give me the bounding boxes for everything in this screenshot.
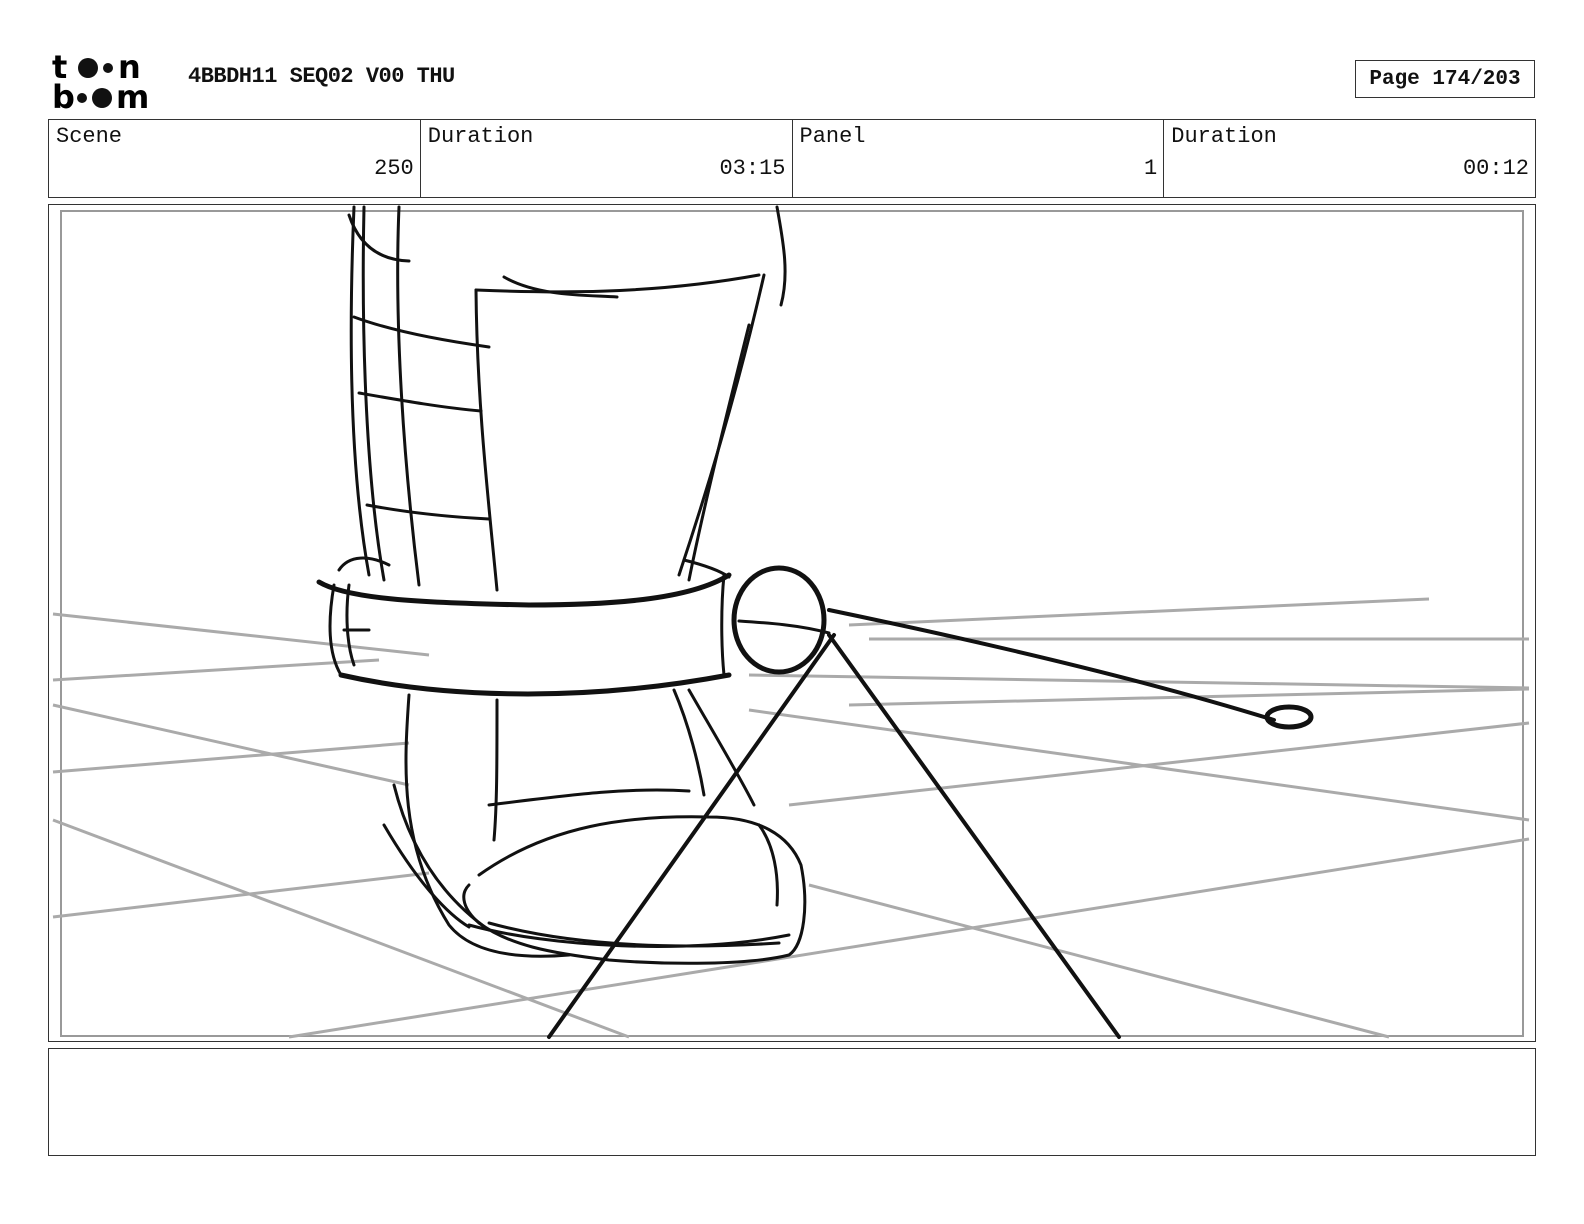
scene-value: 250 xyxy=(374,156,414,181)
panel-label: Panel xyxy=(799,124,866,149)
svg-text:b: b xyxy=(52,78,75,112)
floor-grid xyxy=(52,597,1530,1039)
panel-duration-label: Duration xyxy=(1171,124,1277,149)
scene-info-row: Scene 250 Duration 03:15 Panel 1 Duratio… xyxy=(48,119,1536,198)
storyboard-sketch xyxy=(52,205,1530,1039)
scene-label: Scene xyxy=(56,124,123,149)
storyboard-panel xyxy=(48,204,1536,1042)
notes-box xyxy=(48,1048,1536,1156)
page-indicator: Page 174/203 xyxy=(1355,60,1535,98)
scene-duration-cell: Duration 03:15 xyxy=(419,120,792,197)
scene-cell: Scene 250 xyxy=(49,120,420,197)
toonboom-logo: t n b m xyxy=(52,52,149,112)
panel-duration-cell: Duration 00:12 xyxy=(1163,120,1535,197)
svg-text:m: m xyxy=(116,78,149,112)
panel-cell: Panel 1 xyxy=(791,120,1164,197)
duration-value: 03:15 xyxy=(719,156,786,181)
document-title: 4BBDH11 SEQ02 V00 THU xyxy=(188,64,455,89)
panel-value: 1 xyxy=(1144,156,1158,181)
foot-sketch xyxy=(316,205,1314,1039)
duration-label: Duration xyxy=(427,124,534,149)
panel-duration-value: 00:12 xyxy=(1462,156,1529,181)
